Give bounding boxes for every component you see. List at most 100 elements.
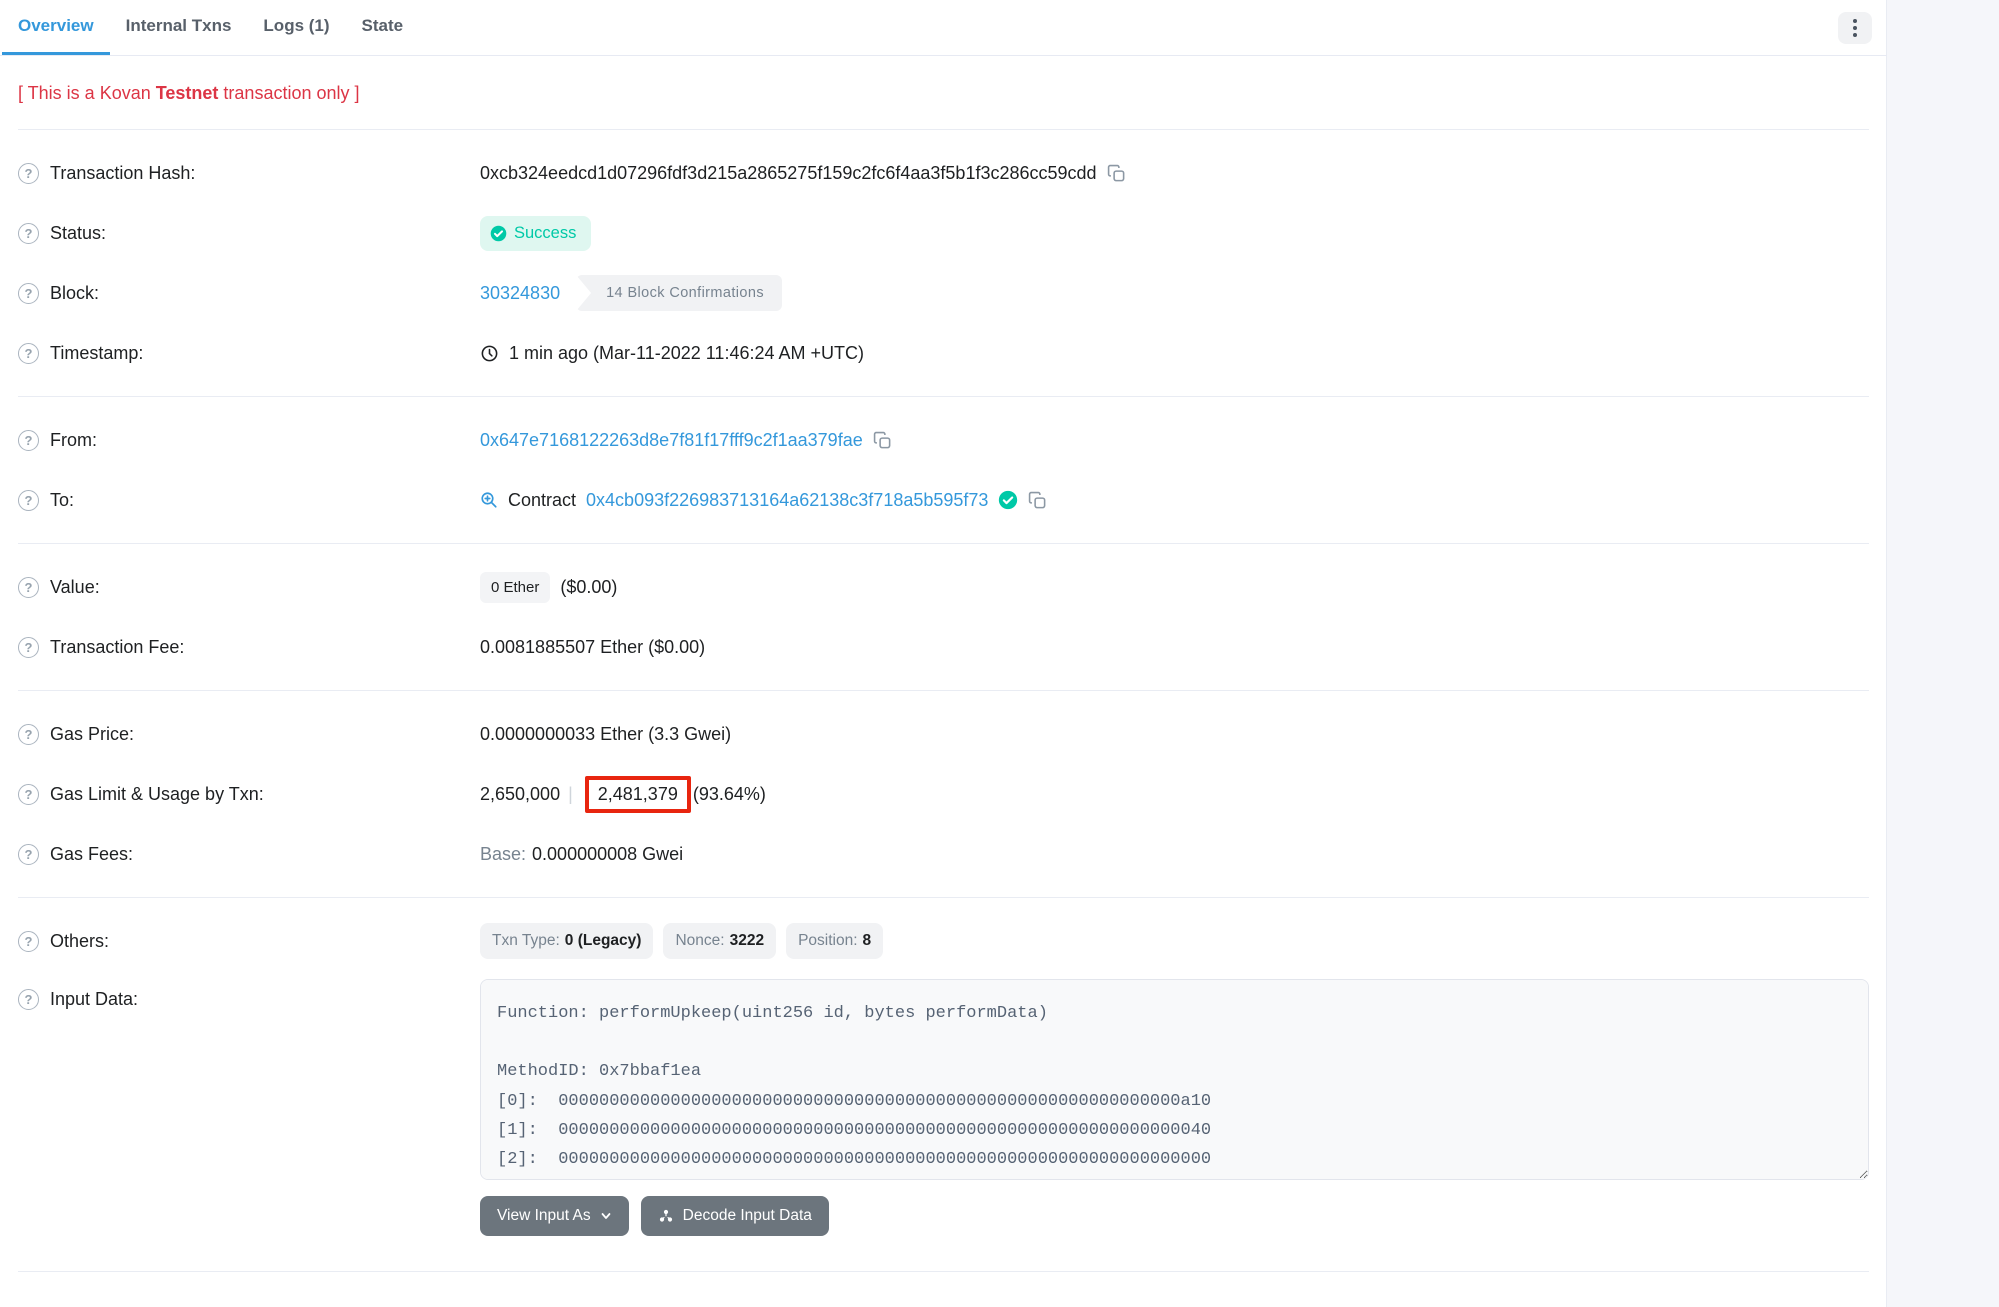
txn-type-value: 0 (Legacy) (565, 932, 642, 950)
row-status: Status: Success (18, 203, 1869, 263)
testnet-notice: [ This is a Kovan Testnet transaction on… (18, 83, 1869, 104)
timestamp-value: 1 min ago (Mar-11-2022 11:46:24 AM +UTC) (509, 343, 864, 364)
help-icon[interactable] (18, 163, 39, 184)
kebab-dot (1853, 19, 1857, 23)
from-label: From: (50, 430, 97, 451)
nonce-value: 3222 (730, 932, 764, 950)
help-icon[interactable] (18, 784, 39, 805)
gas-price-value: 0.0000000033 Ether (3.3 Gwei) (480, 724, 731, 745)
kebab-dot (1853, 26, 1857, 30)
help-icon[interactable] (18, 931, 39, 952)
others-label: Others: (50, 931, 109, 952)
row-to: To: Contract 0x4cb093f226983713164a62138… (18, 470, 1869, 530)
copy-icon (873, 431, 892, 450)
chevron-down-icon (600, 1210, 612, 1222)
gas-usage-highlight-box: 2,481,379 (585, 776, 691, 813)
tab-overview[interactable]: Overview (2, 0, 110, 55)
status-label: Status: (50, 223, 106, 244)
divider (18, 897, 1869, 898)
help-icon[interactable] (18, 430, 39, 451)
decode-icon (658, 1208, 674, 1224)
row-gas-price: Gas Price: 0.0000000033 Ether (3.3 Gwei) (18, 704, 1869, 764)
view-input-as-button[interactable]: View Input As (480, 1196, 629, 1236)
nonce-label: Nonce: (675, 932, 724, 950)
gas-usage-percent: (93.64%) (693, 784, 766, 805)
divider (18, 396, 1869, 397)
row-others: Others: Txn Type: 0 (Legacy) Nonce: 3222… (18, 911, 1869, 971)
help-icon[interactable] (18, 577, 39, 598)
gas-fees-base-label: Base: (480, 844, 526, 865)
gas-usage-value: 2,481,379 (598, 784, 678, 805)
from-address-link[interactable]: 0x647e7168122263d8e7f81f17fff9c2f1aa379f… (480, 430, 863, 451)
position-label: Position: (798, 932, 857, 950)
copy-icon (1107, 164, 1126, 183)
tab-logs[interactable]: Logs (1) (247, 0, 345, 55)
status-badge: Success (480, 216, 591, 251)
decode-input-data-button[interactable]: Decode Input Data (641, 1196, 829, 1236)
testnet-notice-suffix: transaction only ] (218, 83, 359, 103)
transaction-fee-label: Transaction Fee: (50, 637, 184, 658)
value-usd: ($0.00) (560, 577, 617, 598)
testnet-notice-prefix: [ This is a Kovan (18, 83, 156, 103)
row-block: Block: 30324830 14 Block Confirmations (18, 263, 1869, 323)
block-number-link[interactable]: 30324830 (480, 283, 560, 304)
gas-fees-label: Gas Fees: (50, 844, 133, 865)
row-gas-limit-usage: Gas Limit & Usage by Txn: 2,650,000 | 2,… (18, 764, 1869, 824)
row-transaction-fee: Transaction Fee: 0.0081885507 Ether ($0.… (18, 617, 1869, 677)
row-input-data: Input Data: Function: performUpkeep(uint… (18, 979, 1869, 1258)
zoom-in-icon[interactable] (480, 491, 498, 509)
to-label: To: (50, 490, 74, 511)
clock-icon (480, 344, 499, 363)
position-badge: Position: 8 (786, 923, 883, 959)
verified-check-icon (998, 490, 1018, 510)
kebab-menu-button[interactable] (1838, 12, 1872, 44)
testnet-notice-bold: Testnet (156, 83, 219, 103)
copy-to-button[interactable] (1028, 491, 1047, 510)
value-label: Value: (50, 577, 100, 598)
divider (18, 129, 1869, 130)
transaction-hash-label: Transaction Hash: (50, 163, 195, 184)
row-timestamp: Timestamp: 1 min ago (Mar-11-2022 11:46:… (18, 323, 1869, 383)
gas-fees-base-value: 0.000000008 Gwei (532, 844, 683, 865)
transaction-fee-value: 0.0081885507 Ether ($0.00) (480, 637, 705, 658)
help-icon[interactable] (18, 223, 39, 244)
transaction-hash-value: 0xcb324eedcd1d07296fdf3d215a2865275f159c… (480, 163, 1097, 184)
view-input-as-label: View Input As (497, 1207, 591, 1225)
divider (18, 1271, 1869, 1272)
help-icon[interactable] (18, 989, 39, 1010)
copy-icon (1028, 491, 1047, 510)
check-circle-icon (490, 225, 507, 242)
timestamp-label: Timestamp: (50, 343, 143, 364)
help-icon[interactable] (18, 724, 39, 745)
copy-hash-button[interactable] (1107, 164, 1126, 183)
help-icon[interactable] (18, 637, 39, 658)
status-text: Success (514, 224, 576, 243)
gas-limit-value: 2,650,000 (480, 784, 560, 805)
txn-type-label: Txn Type: (492, 932, 560, 950)
row-transaction-hash: Transaction Hash: 0xcb324eedcd1d07296fdf… (18, 143, 1869, 203)
help-icon[interactable] (18, 490, 39, 511)
row-value: Value: 0 Ether ($0.00) (18, 557, 1869, 617)
row-from: From: 0x647e7168122263d8e7f81f17fff9c2f1… (18, 410, 1869, 470)
gas-separator: | (568, 784, 573, 805)
help-icon[interactable] (18, 283, 39, 304)
to-address-link[interactable]: 0x4cb093f226983713164a62138c3f718a5b595f… (586, 490, 988, 511)
input-data-label: Input Data: (50, 989, 138, 1010)
block-label: Block: (50, 283, 99, 304)
gas-price-label: Gas Price: (50, 724, 134, 745)
input-data-textarea[interactable]: Function: performUpkeep(uint256 id, byte… (480, 979, 1869, 1180)
tab-state[interactable]: State (346, 0, 420, 55)
gas-limit-label: Gas Limit & Usage by Txn: (50, 784, 264, 805)
kebab-dot (1853, 33, 1857, 37)
txn-type-badge: Txn Type: 0 (Legacy) (480, 923, 653, 959)
divider (18, 543, 1869, 544)
help-icon[interactable] (18, 343, 39, 364)
transaction-overview-card: Overview Internal Txns Logs (1) State [ … (0, 0, 1887, 1307)
row-gas-fees: Gas Fees: Base: 0.000000008 Gwei (18, 824, 1869, 884)
copy-from-button[interactable] (873, 431, 892, 450)
help-icon[interactable] (18, 844, 39, 865)
tab-internal-txns[interactable]: Internal Txns (110, 0, 248, 55)
decode-input-data-label: Decode Input Data (683, 1207, 812, 1225)
position-value: 8 (863, 932, 872, 950)
to-contract-prefix: Contract (508, 490, 576, 511)
